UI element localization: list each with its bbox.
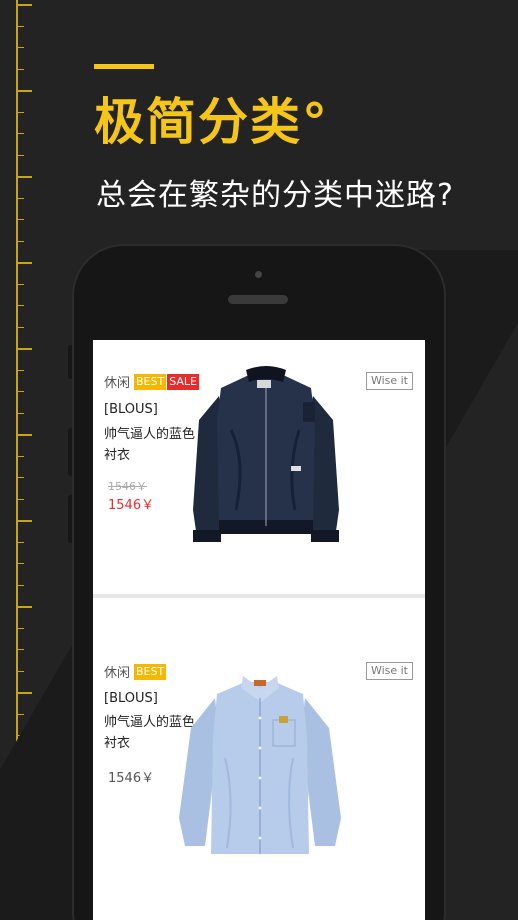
phone-camera xyxy=(255,271,262,278)
ruler-tick xyxy=(16,412,24,414)
category-label: 休闲 xyxy=(104,666,131,681)
product-card[interactable]: 休闲 BEST Wise it [BLOUS] 帅气逼人的蓝色衬衣 1546￥ xyxy=(93,598,425,854)
ruler-tick xyxy=(16,649,24,650)
best-badge: BEST xyxy=(134,663,167,680)
ruler-tick xyxy=(16,670,24,672)
ruler-tick xyxy=(16,47,24,48)
category-row: 休闲 BEST SALE xyxy=(104,372,200,391)
ruler-tick xyxy=(16,541,24,543)
ruler-tick xyxy=(16,434,32,436)
ruler-tick xyxy=(16,197,24,199)
ruler-tick xyxy=(16,692,32,694)
ruler-tick xyxy=(16,606,32,608)
original-price: 1546￥ xyxy=(108,480,147,493)
ruler-tick xyxy=(16,133,24,134)
product-brand: [BLOUS] xyxy=(104,691,158,706)
ruler-tick xyxy=(16,391,24,392)
ruler-tick xyxy=(16,305,24,306)
ruler-tick xyxy=(16,627,24,629)
product-card[interactable]: 休闲 BEST SALE Wise it [BLOUS] 帅气逼人的蓝色衬衣 1… xyxy=(93,340,425,594)
ruler-tick xyxy=(16,176,32,178)
ruler-tick xyxy=(16,369,24,371)
ruler-tick xyxy=(16,25,24,27)
page-title: 极简分类° xyxy=(94,93,329,151)
accent-bar xyxy=(94,64,154,69)
ruler-tick xyxy=(16,240,24,242)
product-price: 1546￥ xyxy=(108,771,155,786)
ruler-tick xyxy=(16,111,24,113)
sale-price: 1546￥ xyxy=(108,498,155,513)
jacket-image xyxy=(193,366,339,542)
ruler-tick xyxy=(16,219,24,220)
ruler-tick xyxy=(16,90,32,92)
ruler-tick xyxy=(16,348,32,350)
category-label: 休闲 xyxy=(104,376,131,391)
ruler-tick xyxy=(16,498,24,500)
ruler-tick xyxy=(16,4,32,6)
ruler-tick xyxy=(16,68,24,70)
product-name: 帅气逼人的蓝色衬衣 xyxy=(104,427,196,463)
ruler-tick xyxy=(16,520,32,522)
ruler-tick xyxy=(16,477,24,478)
best-badge: BEST xyxy=(134,373,167,390)
wise-it-button[interactable]: Wise it xyxy=(365,662,413,680)
ruler-tick xyxy=(16,563,24,564)
wise-it-button[interactable]: Wise it xyxy=(365,372,413,390)
page-subtitle: 总会在繁杂的分类中迷路? xyxy=(96,178,454,213)
phone-speaker xyxy=(228,295,288,304)
ruler-tick xyxy=(16,713,24,715)
ruler-tick xyxy=(16,154,24,156)
ruler-tick xyxy=(16,584,24,586)
ruler-tick xyxy=(16,326,24,328)
phone-screen: 休闲 BEST SALE Wise it [BLOUS] 帅气逼人的蓝色衬衣 1… xyxy=(93,340,425,920)
shirt-image xyxy=(179,676,341,854)
product-brand: [BLOUS] xyxy=(104,402,158,417)
ruler-tick xyxy=(16,262,32,264)
category-row: 休闲 BEST xyxy=(104,662,167,681)
ruler-tick xyxy=(16,283,24,285)
ruler-tick xyxy=(16,455,24,457)
